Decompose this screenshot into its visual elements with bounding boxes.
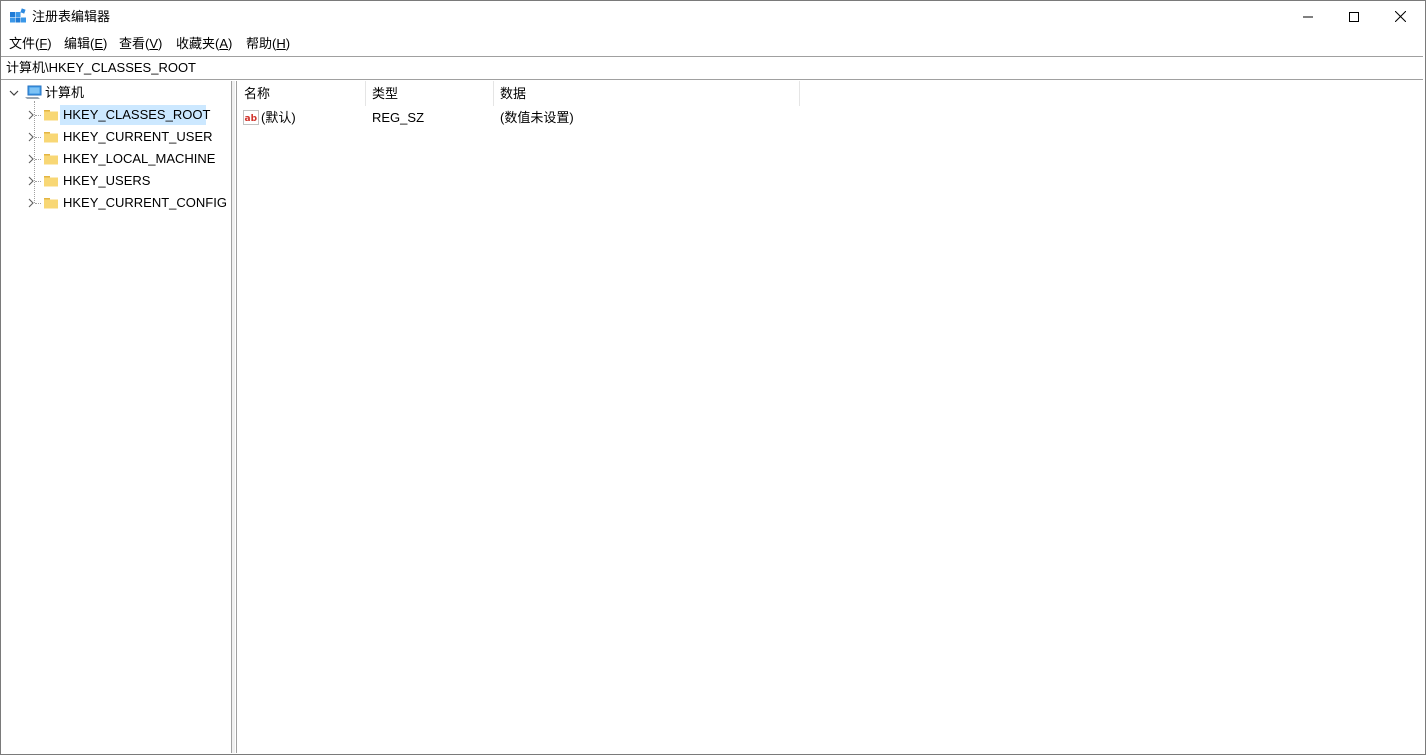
menu-edit-accelerator: E [94, 36, 104, 51]
maximize-icon [1349, 11, 1359, 22]
tree-key-label: HKEY_USERS [63, 173, 151, 188]
column-header-label: 数据 [500, 86, 527, 101]
tree-branch-line [35, 115, 41, 116]
menu-view-label: 查看( [119, 36, 150, 51]
tree-branch-line [35, 159, 41, 160]
menu-favorites[interactable]: 收藏夹(A) [176, 35, 232, 52]
title-bar[interactable]: 注册表编辑器 [1, 1, 1425, 32]
maximize-button[interactable] [1331, 1, 1377, 32]
chevron-down-icon[interactable] [9, 88, 19, 98]
tree-key-hkey-local-machine[interactable]: HKEY_LOCAL_MACHINE [2, 149, 230, 169]
minimize-button[interactable] [1285, 1, 1331, 32]
menu-file-tail: ) [47, 36, 52, 51]
close-icon [1394, 11, 1406, 22]
value-data: (数值未设置) [500, 110, 574, 125]
values-list-pane[interactable]: 名称 类型 数据 ab (默认) REG_SZ (数值未设置) [236, 81, 1425, 753]
tree-key-label: HKEY_CURRENT_USER [63, 129, 213, 144]
value-name: (默认) [261, 110, 296, 125]
minimize-icon [1303, 16, 1313, 17]
address-path[interactable]: 计算机\HKEY_CLASSES_ROOT [6, 60, 196, 76]
folder-icon [44, 176, 58, 187]
window-title: 注册表编辑器 [32, 9, 111, 24]
tree-root-label: 计算机 [45, 85, 85, 100]
menu-view-tail: ) [158, 36, 163, 51]
menu-favorites-label: 收藏夹( [176, 36, 220, 51]
menu-favorites-tail: ) [228, 36, 233, 51]
registry-editor-window: 注册表编辑器 文件(F) 编辑(E) 查看(V) 收藏夹(A) 帮助(H) 计算… [0, 0, 1426, 755]
column-header-type[interactable]: 类型 [365, 81, 494, 106]
close-button[interactable] [1377, 1, 1423, 32]
tree-key-hkey-current-user[interactable]: HKEY_CURRENT_USER [2, 127, 230, 147]
column-header-data[interactable]: 数据 [493, 81, 800, 106]
svg-text:ab: ab [245, 114, 258, 124]
column-header-name[interactable]: 名称 [237, 81, 366, 106]
tree-key-hkey-users[interactable]: HKEY_USERS [2, 171, 230, 191]
menu-bar: 文件(F) 编辑(E) 查看(V) 收藏夹(A) 帮助(H) [1, 33, 1425, 54]
menu-edit-label: 编辑( [64, 36, 95, 51]
tree-branch-line [35, 181, 41, 182]
menu-file[interactable]: 文件(F) [9, 35, 52, 52]
folder-icon [44, 110, 58, 121]
value-row[interactable]: ab (默认) REG_SZ (数值未设置) [237, 108, 837, 128]
value-type: REG_SZ [372, 110, 425, 125]
folder-icon [44, 198, 58, 209]
tree-key-label: HKEY_LOCAL_MACHINE [63, 151, 216, 166]
menu-file-label: 文件( [9, 36, 40, 51]
tree-key-hkey-current-config[interactable]: HKEY_CURRENT_CONFIG [2, 193, 230, 213]
column-header-label: 名称 [244, 86, 271, 101]
tree-key-label: HKEY_CURRENT_CONFIG [63, 195, 227, 210]
folder-icon [44, 132, 58, 143]
registry-editor-app-icon [10, 8, 26, 23]
column-header-label: 类型 [372, 86, 399, 101]
folder-icon [44, 154, 58, 165]
tree-branch-line [35, 137, 41, 138]
menu-edit-tail: ) [103, 36, 108, 51]
tree-branch-line [35, 203, 41, 204]
menu-view-accelerator: V [149, 36, 159, 51]
menu-help-accelerator: H [276, 36, 286, 51]
tree-key-hkey-classes-root[interactable]: HKEY_CLASSES_ROOT [2, 105, 230, 125]
menu-help[interactable]: 帮助(H) [246, 35, 290, 52]
menu-favorites-accelerator: A [219, 36, 229, 51]
computer-icon [25, 85, 42, 99]
address-bar[interactable]: 计算机\HKEY_CLASSES_ROOT [1, 56, 1423, 80]
menu-help-tail: ) [285, 36, 291, 51]
menu-edit[interactable]: 编辑(E) [64, 35, 107, 52]
tree-root-computer[interactable]: 计算机 [2, 83, 230, 103]
pane-splitter[interactable] [232, 81, 235, 753]
menu-help-label: 帮助( [246, 36, 277, 51]
key-tree-pane[interactable]: 计算机 HKEY_CLASSES_ROOT HKEY_CURRENT_USER … [2, 81, 232, 753]
string-value-icon: ab [243, 110, 259, 125]
tree-key-label: HKEY_CLASSES_ROOT [63, 107, 211, 122]
menu-view[interactable]: 查看(V) [119, 35, 162, 52]
